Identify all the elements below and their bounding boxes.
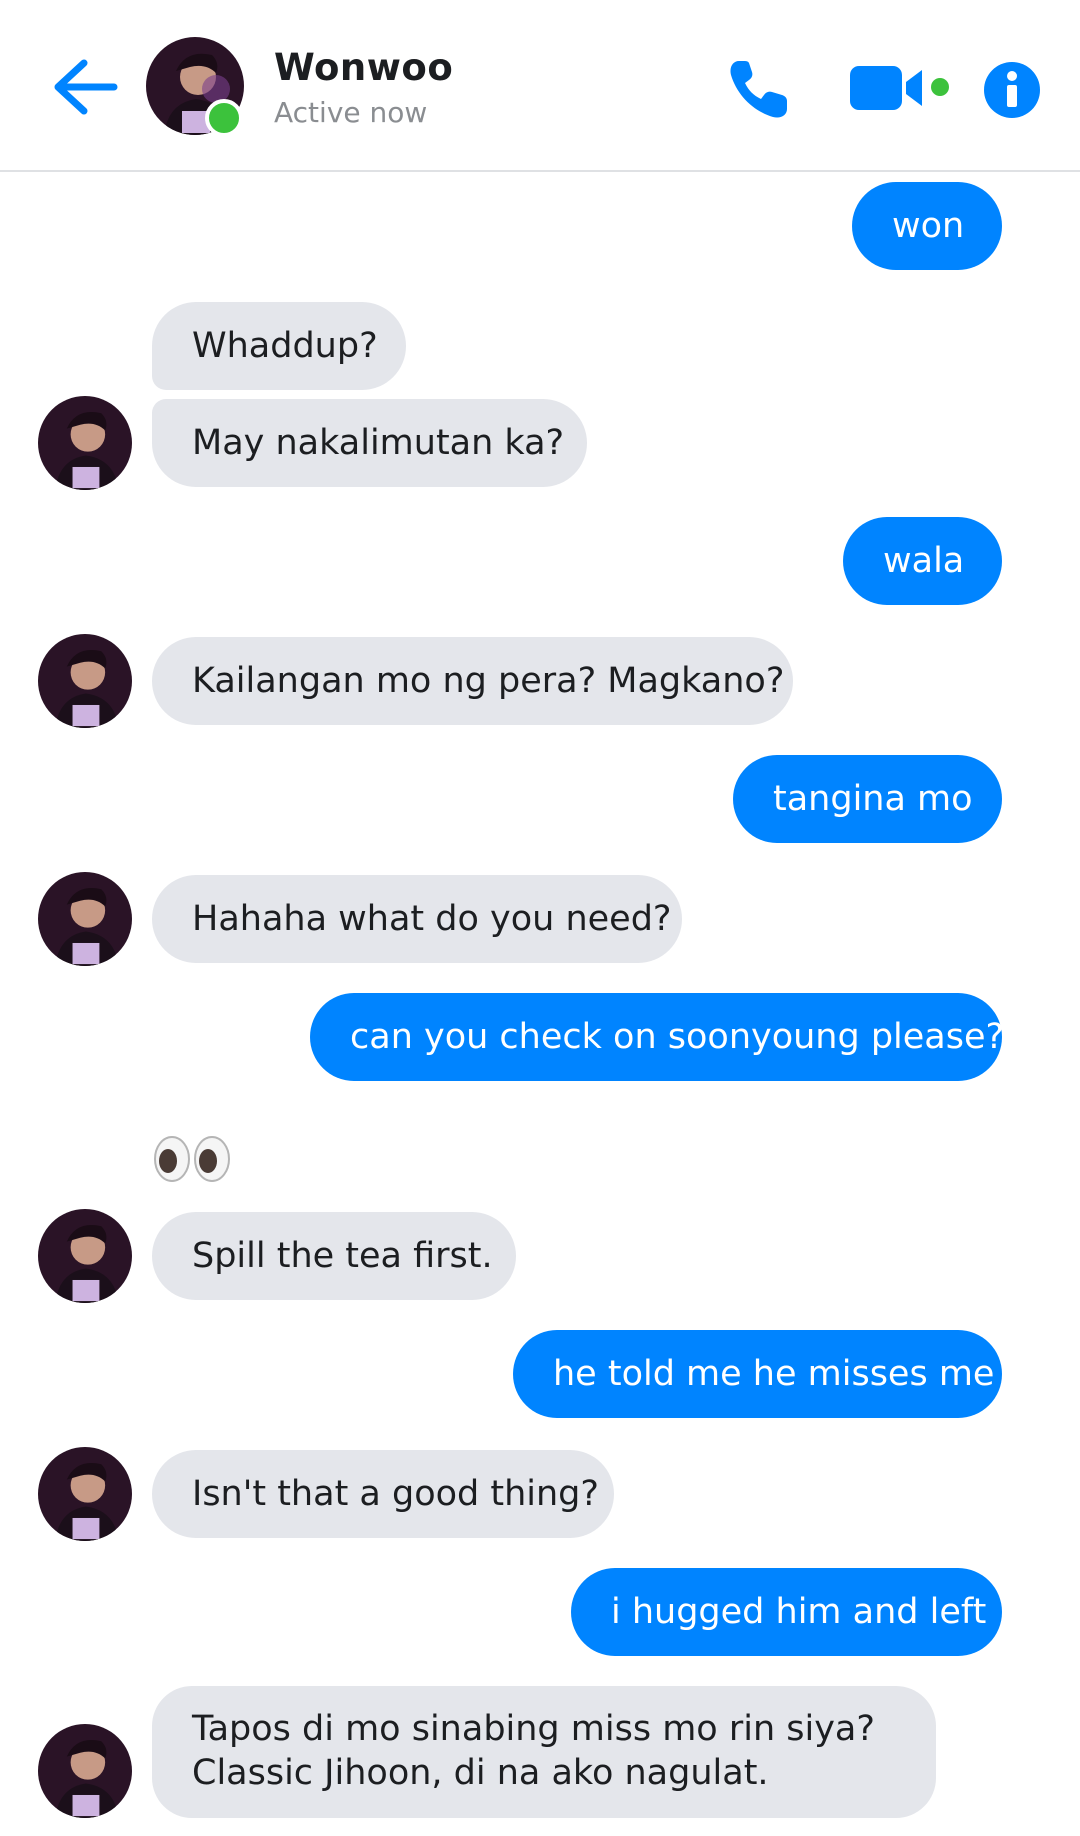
outgoing-message[interactable]: i hugged him and left	[571, 1568, 1002, 1656]
incoming-message[interactable]: Spill the tea first.	[152, 1212, 516, 1300]
active-status: Active now	[274, 96, 428, 129]
message-thread[interactable]: won Whaddup? May nakalimutan ka? wala Ka…	[0, 172, 1080, 1836]
video-camera-icon[interactable]	[848, 62, 952, 114]
outgoing-message[interactable]: can you check on soonyoung please?	[310, 993, 1004, 1081]
contact-name[interactable]: Wonwoo	[274, 46, 453, 89]
outgoing-message[interactable]: tangina mo	[733, 755, 1002, 843]
message-line: Classic Jihoon, di na ako nagulat.	[192, 1753, 769, 1793]
incoming-message[interactable]: May nakalimutan ka?	[152, 399, 587, 487]
outgoing-message[interactable]: he told me he misses me	[513, 1330, 1002, 1418]
contact-avatar-small[interactable]	[38, 1724, 132, 1818]
contact-avatar-small[interactable]	[38, 396, 132, 490]
incoming-message[interactable]: Kailangan mo ng pera? Magkano?	[152, 637, 793, 725]
conversation-header: Wonwoo Active now	[0, 0, 1080, 172]
back-arrow-icon[interactable]	[50, 55, 120, 119]
incoming-message[interactable]: Whaddup?	[152, 302, 406, 390]
message-line: Tapos di mo sinabing miss mo rin siya?	[192, 1709, 875, 1749]
contact-avatar-small[interactable]	[38, 1447, 132, 1541]
info-icon[interactable]	[982, 60, 1042, 120]
incoming-message[interactable]: Isn't that a good thing?	[152, 1450, 614, 1538]
online-status-indicator	[205, 99, 243, 137]
eyes-emoji-icon[interactable]	[152, 1135, 236, 1187]
phone-icon[interactable]	[725, 55, 793, 123]
outgoing-message[interactable]: wala	[843, 517, 1002, 605]
outgoing-message[interactable]: won	[852, 182, 1002, 270]
incoming-message[interactable]: Tapos di mo sinabing miss mo rin siya? C…	[152, 1686, 936, 1818]
contact-avatar-small[interactable]	[38, 634, 132, 728]
contact-avatar-small[interactable]	[38, 1209, 132, 1303]
contact-avatar-small[interactable]	[38, 872, 132, 966]
incoming-message[interactable]: Hahaha what do you need?	[152, 875, 682, 963]
